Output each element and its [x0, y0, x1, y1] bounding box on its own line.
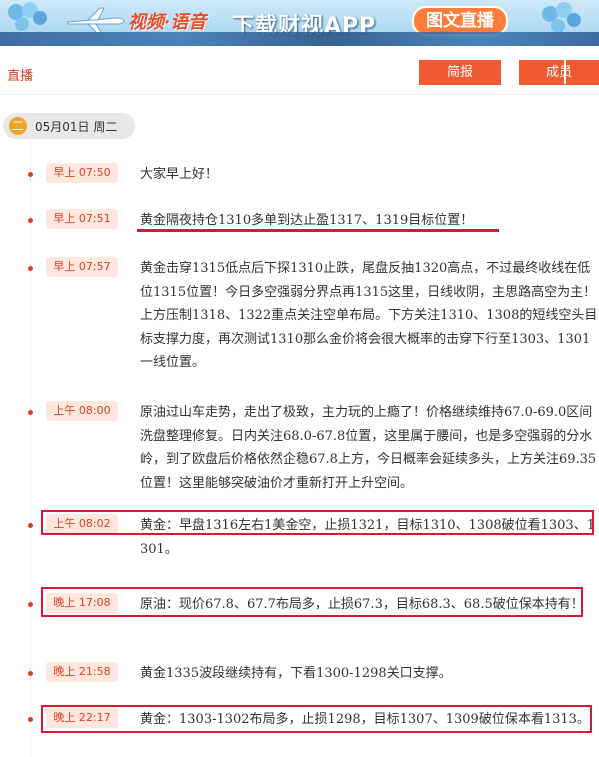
- city-skyline: [0, 32, 599, 46]
- highlight-box: [41, 510, 594, 535]
- highlight-box: [41, 587, 583, 617]
- timeline-dot: [28, 602, 33, 607]
- timeline-dot: [28, 717, 33, 722]
- timeline-line: [30, 140, 31, 757]
- timeline-dot: [28, 410, 33, 415]
- post-time: 早上 07:50: [46, 163, 118, 183]
- date-label: 05月01日 周二: [35, 120, 118, 134]
- page-title: 直播: [7, 69, 34, 84]
- post-time: 早上 07:51: [46, 209, 118, 229]
- header-divider: [0, 94, 599, 95]
- post-time: 早上 07:57: [46, 257, 118, 277]
- post-text: 原油过山车走势，走出了极致，主力玩的上瘾了！价格继续维持67.0-69.0区间洗…: [140, 405, 597, 491]
- banner-slogan: 视频·语音: [128, 12, 207, 33]
- date-header: 二 05月01日 周二: [3, 113, 135, 139]
- members-button[interactable]: 成员: [519, 60, 599, 85]
- timeline-dot: [28, 523, 33, 528]
- weekday-icon: 二: [9, 117, 27, 135]
- post-text: 黄金1335波段继续持有，下看1300-1298关口支撑。: [140, 666, 452, 681]
- post-time: 晚上 21:58: [46, 662, 118, 682]
- download-app-banner[interactable]: 视频·语音 下载财视APP 图文直播: [0, 0, 599, 46]
- timeline-dot: [28, 266, 33, 271]
- timeline-dot: [28, 218, 33, 223]
- post-text: 黄金击穿1315低点后下探1310止跌，尾盘反抽1320高点，不过最终收线在低位…: [140, 261, 598, 370]
- brief-button[interactable]: 简报: [419, 60, 501, 85]
- post-text: 大家早上好！: [140, 167, 219, 182]
- timeline-dot: [28, 172, 33, 177]
- highlight-box: [41, 705, 592, 733]
- post-time: 上午 08:00: [46, 401, 118, 421]
- scroll-indicator: [564, 56, 566, 84]
- timeline-dot: [28, 671, 33, 676]
- highlight-underline: [137, 229, 499, 232]
